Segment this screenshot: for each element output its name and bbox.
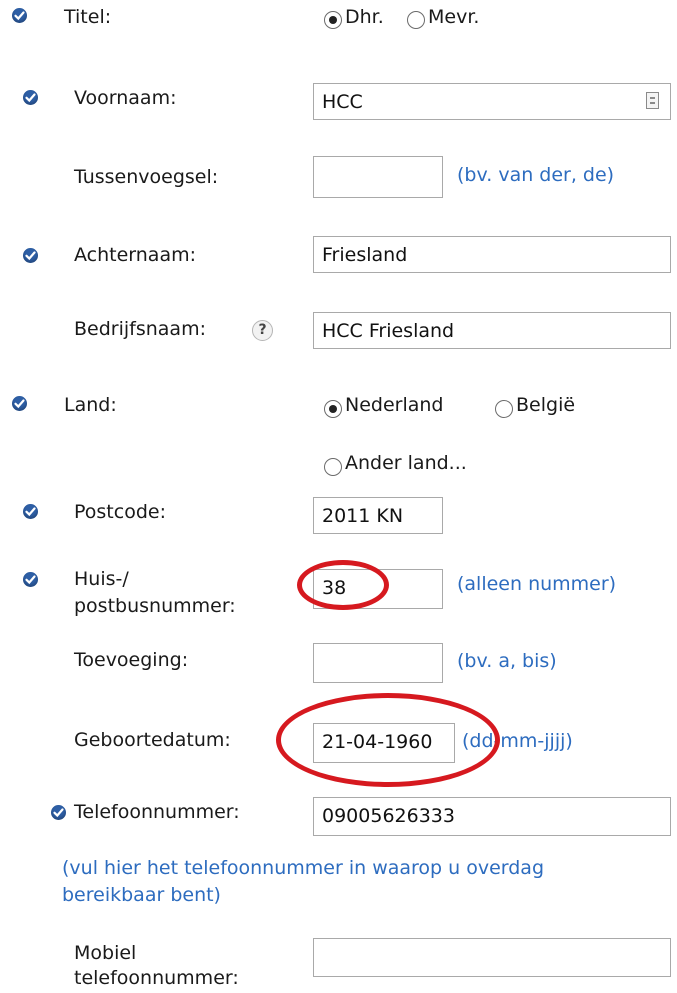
mobiel-input[interactable] — [313, 938, 671, 977]
toevoeging-hint: (bv. a, bis) — [457, 650, 557, 672]
voornaam-label: Voornaam: — [74, 87, 177, 109]
telefoonnummer-note-line2: bereikbaar bent) — [62, 884, 221, 906]
required-check-icon — [12, 8, 27, 23]
tussenvoegsel-input[interactable] — [313, 156, 443, 198]
radio-mevr[interactable] — [407, 11, 425, 29]
radio-mevr-label[interactable]: Mevr. — [428, 5, 479, 30]
huisnummer-hint: (alleen nummer) — [457, 573, 617, 595]
voornaam-input[interactable]: HCC — [313, 83, 671, 120]
land-label: Land: — [64, 394, 117, 416]
annotation-circle-huisnummer — [297, 560, 389, 610]
tussenvoegsel-hint: (bv. van der, de) — [457, 164, 615, 186]
required-check-icon — [23, 248, 38, 263]
telefoonnummer-label: Telefoonnummer: — [74, 801, 240, 823]
required-check-icon — [23, 90, 38, 105]
tussenvoegsel-label: Tussenvoegsel: — [74, 166, 219, 188]
radio-nederland-label[interactable]: Nederland — [345, 393, 444, 418]
huisnummer-label-line1: Huis-/ — [74, 568, 129, 590]
mobiel-label-line1: Mobiel — [74, 942, 137, 964]
contact-card-icon[interactable] — [646, 92, 659, 109]
geboortedatum-label: Geboortedatum: — [74, 729, 231, 751]
radio-dhr[interactable] — [324, 11, 342, 29]
help-icon[interactable]: ? — [252, 320, 273, 341]
telefoonnummer-input[interactable]: 09005626333 — [313, 797, 671, 836]
titel-label: Titel: — [64, 6, 112, 28]
radio-ander-land[interactable] — [324, 458, 342, 476]
radio-belgie[interactable] — [495, 400, 513, 418]
radio-nederland[interactable] — [324, 400, 342, 418]
mobiel-label-line2: telefoonnummer: — [74, 967, 239, 989]
telefoonnummer-note-line1: (vul hier het telefoonnummer in waarop u… — [62, 857, 545, 879]
postcode-label: Postcode: — [74, 501, 166, 523]
required-check-icon — [51, 805, 66, 820]
toevoeging-input[interactable] — [313, 643, 443, 683]
bedrijfsnaam-input[interactable]: HCC Friesland — [313, 312, 671, 349]
huisnummer-label-line2: postbusnummer: — [74, 595, 236, 617]
toevoeging-label: Toevoeging: — [74, 649, 189, 671]
bedrijfsnaam-label: Bedrijfsnaam: — [74, 318, 206, 340]
postcode-input[interactable]: 2011 KN — [313, 497, 443, 534]
radio-ander-land-label[interactable]: Ander land... — [345, 451, 467, 476]
required-check-icon — [23, 504, 38, 519]
achternaam-label: Achternaam: — [74, 244, 197, 266]
achternaam-input[interactable]: Friesland — [313, 236, 671, 273]
annotation-circle-geboortedatum — [276, 693, 500, 787]
required-check-icon — [23, 572, 38, 587]
required-check-icon — [12, 396, 27, 411]
radio-dhr-label[interactable]: Dhr. — [345, 5, 384, 30]
radio-belgie-label[interactable]: België — [516, 393, 575, 418]
